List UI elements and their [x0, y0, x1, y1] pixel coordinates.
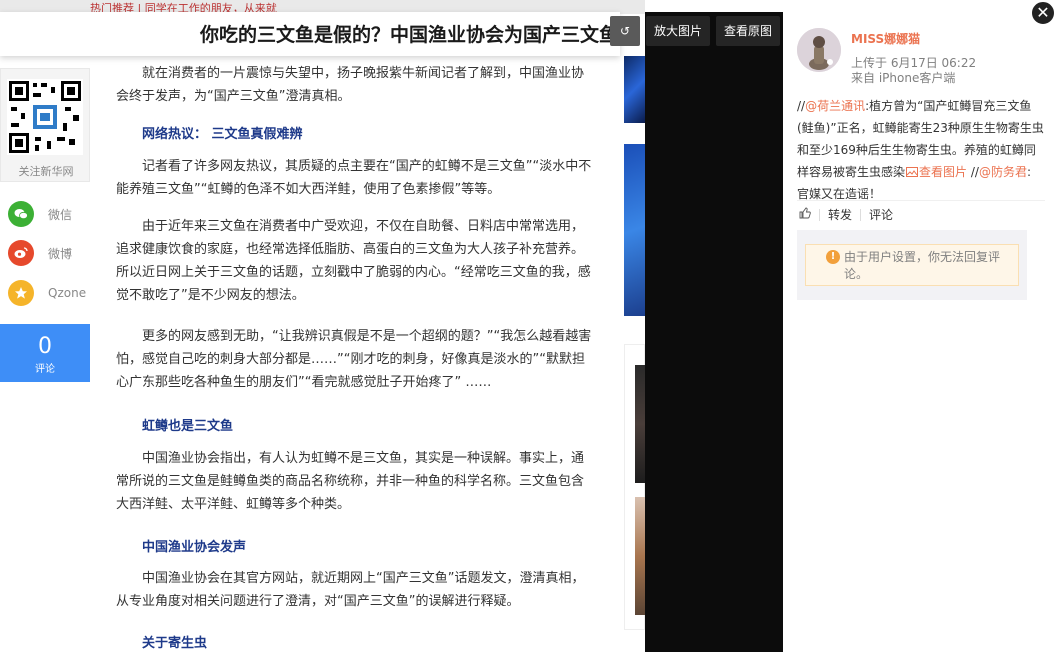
view-original-button[interactable]: 查看原图	[716, 16, 781, 46]
mention-link[interactable]: @荷兰通讯	[805, 99, 865, 113]
like-icon	[799, 207, 811, 219]
avatar[interactable]	[797, 28, 841, 72]
comment-area: ! 由于用户设置，你无法回复评论。	[797, 230, 1027, 300]
image-icon	[906, 167, 919, 177]
reply-disabled-text: 由于用户设置，你无法回复评论。	[844, 250, 1001, 281]
article-paragraph: 由于近年来三文鱼在消费者中广受欢迎，不仅在自助餐、日料店中常常选用，追求健康饮食…	[116, 219, 591, 303]
qzone-icon	[8, 280, 34, 306]
avatar-image	[797, 28, 841, 72]
article-paragraph: 就在消费者的一片震惊与失望中，扬子晚报紫牛新闻记者了解到，中国渔业协会终于发声，…	[116, 66, 585, 104]
post-prefix-2: //	[967, 165, 979, 179]
section-heading: 关于寄生虫	[142, 636, 208, 651]
comment-tab-button[interactable]: 评论	[861, 206, 901, 223]
side-news-image[interactable]	[635, 497, 645, 615]
article-title: 你吃的三文鱼是假的？中国渔业协会为国产三文鱼正名	[200, 24, 620, 46]
article-paragraph: 更多的网友感到无助，“让我辨识真假是不是一个超纲的题？”“我怎么越看越害怕，感觉…	[116, 329, 592, 390]
weibo-icon	[8, 240, 34, 266]
post-source: 来自 iPhone客户端	[851, 71, 956, 85]
share-qzone-label: Qzone	[48, 286, 87, 300]
rotate-icon: ↺	[619, 24, 631, 38]
article-paragraph: 中国渔业协会指出，有人认为虹鳟不是三文鱼，其实是一种误解。事实上，通常所说的三文…	[116, 451, 585, 512]
article-paragraph: 中国渔业协会在其官方网站，就近期网上“国产三文鱼”话题发文，澄清真相，从专业角度…	[116, 571, 585, 609]
comment-count: 0	[38, 334, 52, 359]
side-news-image[interactable]	[635, 365, 645, 483]
weibo-post-panel: MISS娜娜猫 上传于 6月17日 06:22 来自 iPhone客户端 //@…	[783, 12, 1058, 652]
section-heading: 网络热议： 三文鱼真假难辨	[142, 127, 303, 142]
qr-label: 关注新华网	[18, 165, 74, 178]
rotate-button[interactable]: ↺	[610, 16, 640, 46]
section-heading: 虹鳟也是三文鱼	[142, 419, 234, 434]
post-action-bar: 转发 评论	[797, 200, 1045, 228]
share-wechat-label: 微信	[48, 207, 73, 222]
reply-disabled-notice: ! 由于用户设置，你无法回复评论。	[805, 244, 1019, 286]
image-viewer-backdrop	[645, 12, 783, 652]
enlarge-image-button[interactable]: 放大图片	[646, 16, 711, 46]
side-ad-image[interactable]	[624, 144, 645, 316]
post-prefix: //	[797, 99, 806, 113]
share-weibo-label: 微博	[48, 246, 73, 261]
share-qzone[interactable]: Qzone	[8, 279, 86, 307]
comment-label: 评论	[35, 364, 55, 375]
like-button[interactable]	[797, 207, 819, 222]
section-heading: 中国渔业协会发声	[142, 540, 247, 555]
repost-button[interactable]: 转发	[820, 206, 860, 223]
view-image-link[interactable]: 查看图片	[905, 165, 967, 179]
image-viewer-toolbar: ↺ 放大图片 查看原图	[610, 16, 781, 46]
mention-link[interactable]: @防务君	[979, 165, 1027, 179]
username-link[interactable]: MISS娜娜猫	[851, 30, 920, 47]
wechat-icon	[8, 201, 34, 227]
view-image-link-label: 查看图片	[919, 165, 968, 179]
qr-code-icon	[7, 79, 83, 155]
warning-icon: !	[826, 250, 840, 264]
article-title-bar: 你吃的三文鱼是假的？中国渔业协会为国产三文鱼正名	[0, 12, 620, 56]
side-ad-image[interactable]	[624, 56, 645, 123]
qr-box: 关注新华网	[0, 68, 90, 182]
article-paragraph: 记者看了许多网友热议，其质疑的点主要在“国产的虹鳟不是三文鱼”“淡水中不能养殖三…	[116, 159, 592, 197]
comment-count-button[interactable]: 0 评论	[0, 324, 90, 382]
post-text: //@荷兰通讯:植方曾为“国产虹鳟冒充三文鱼(鲑鱼)”正名，虹鳟能寄生23种原生…	[797, 95, 1045, 205]
close-viewer-button[interactable]: ✕	[1030, 0, 1056, 26]
share-weibo[interactable]: 微博	[8, 239, 72, 267]
share-wechat[interactable]: 微信	[8, 200, 72, 228]
